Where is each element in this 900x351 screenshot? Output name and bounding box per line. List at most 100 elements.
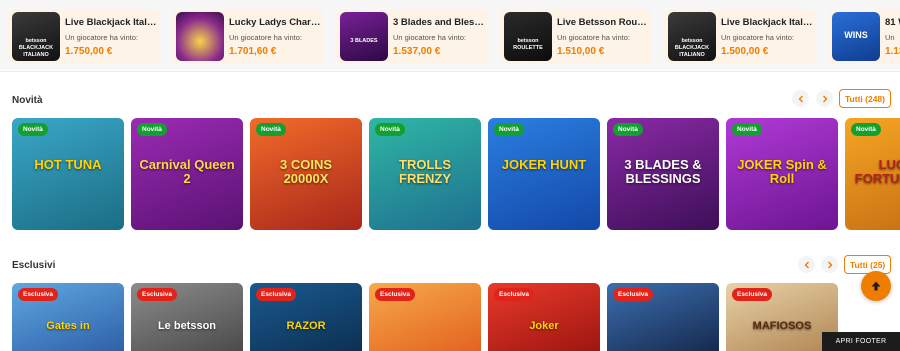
winner-game-thumbnail: WINS xyxy=(832,12,880,61)
novita-prev-button[interactable] xyxy=(792,90,809,107)
winner-card[interactable]: WINS 81 W Un 1.13 xyxy=(828,9,900,64)
chevron-right-icon xyxy=(822,95,827,102)
game-logo-text: JOKER HUNT xyxy=(501,157,587,172)
thumbnail-text: WINS xyxy=(844,30,868,40)
winner-amount: 1.701,60 € xyxy=(229,46,277,57)
winner-subtitle: Un giocatore ha vinto: xyxy=(229,33,302,42)
winner-subtitle: Un giocatore ha vinto: xyxy=(65,33,138,42)
esclusivi-prev-button[interactable] xyxy=(798,256,815,273)
thumbnail-text: betsson xyxy=(681,38,703,44)
casino-lobby-page: betsson BLACKJACK ITALIANO Live Blackjack I… xyxy=(0,0,900,351)
winner-game-thumbnail: betsson BLACKJACK ITALIANO xyxy=(668,12,716,61)
section-divider xyxy=(0,71,900,72)
section-title-novita: Novità xyxy=(12,95,43,106)
game-tile-gates-of-olympus-betsson[interactable]: Esclusiva Gates in xyxy=(12,283,124,351)
winner-game-thumbnail: 3 BLADES xyxy=(340,12,388,61)
winner-amount: 1.510,00 € xyxy=(557,46,605,57)
game-logo-text: TROLLS FRENZY xyxy=(399,157,451,186)
winner-subtitle: Un giocatore ha vinto: xyxy=(721,33,794,42)
game-logo-text: Gates in xyxy=(46,320,90,332)
game-badge: Novità xyxy=(256,123,286,136)
thumbnail-text: betsson xyxy=(25,38,47,44)
novita-next-button[interactable] xyxy=(816,90,833,107)
game-logo-text: 3 COINS 20000X xyxy=(279,157,332,186)
thumbnail-text: 3 BLADES xyxy=(350,38,378,44)
thumbnail-text: BLACKJACK xyxy=(18,45,54,51)
game-badge: Novità xyxy=(613,123,643,136)
winner-card[interactable]: betsson BLACKJACK ITALIANO Live Blackjack I… xyxy=(8,9,160,64)
winner-game-title: Live Blackjack Italian... xyxy=(721,17,813,28)
winner-game-title: Live Betsson Roulett... xyxy=(557,17,649,28)
game-badge: Esclusiva xyxy=(494,288,534,301)
game-tile-joker-hunt[interactable]: Novità JOKER HUNT xyxy=(488,118,600,230)
game-tile-hot-to-burn-tuna[interactable]: Novità HOT TUNA xyxy=(12,118,124,230)
winner-game-title: 3 Blades and Blessin... xyxy=(393,17,485,28)
winner-subtitle: Un giocatore ha vinto: xyxy=(393,33,466,42)
chevron-right-icon xyxy=(827,261,832,268)
winner-game-title: Live Blackjack Italian... xyxy=(65,17,157,28)
game-badge: Esclusiva xyxy=(613,288,653,301)
winner-subtitle: Un xyxy=(885,33,895,42)
game-tile-joker-exclusive[interactable]: Esclusiva Joker xyxy=(488,283,600,351)
thumbnail-text: ROULETTE xyxy=(513,45,543,51)
winners-ticker: betsson BLACKJACK ITALIANO Live Blackjack I… xyxy=(0,0,900,70)
game-tile-zeus-vs-hades[interactable]: Esclusiva xyxy=(607,283,719,351)
arrow-up-icon xyxy=(871,281,881,291)
game-badge: Esclusiva xyxy=(732,288,772,301)
winner-game-thumbnail xyxy=(176,12,224,61)
chevron-left-icon xyxy=(804,261,809,268)
open-footer-button[interactable]: APRI FOOTER xyxy=(822,332,900,351)
winner-game-thumbnail: betsson ROULETTE xyxy=(504,12,552,61)
game-tile-lucky-fortune-tree[interactable]: Novità LUCKY FORTUNE TRE xyxy=(845,118,900,230)
winner-amount: 1.500,00 € xyxy=(721,46,769,57)
winner-game-title: Lucky Ladys Charm ... xyxy=(229,17,321,28)
game-tile-carnival-queen-2[interactable]: Novità Carnival Queen 2 xyxy=(131,118,243,230)
winner-card[interactable]: Lucky Ladys Charm ... Un giocatore ha vin… xyxy=(172,9,324,64)
game-badge: Novità xyxy=(375,123,405,136)
game-badge: Novità xyxy=(494,123,524,136)
game-tile-sweet-bonanza[interactable]: Esclusiva xyxy=(369,283,481,351)
section-title-esclusivi: Esclusivi xyxy=(12,260,56,271)
thumbnail-text: ITALIANO xyxy=(23,52,49,58)
game-tile-razor-returns[interactable]: Esclusiva RAZOR xyxy=(250,283,362,351)
game-badge: Novità xyxy=(851,123,881,136)
game-badge: Novità xyxy=(732,123,762,136)
scroll-to-top-button[interactable] xyxy=(861,271,891,301)
game-logo-text: Le betsson xyxy=(157,320,217,332)
game-badge: Esclusiva xyxy=(256,288,296,301)
game-tile-le-betsson[interactable]: Esclusiva Le betsson xyxy=(131,283,243,351)
game-badge: Esclusiva xyxy=(18,288,58,301)
novita-see-all-button[interactable]: Tutti (248) xyxy=(839,89,891,108)
game-badge: Esclusiva xyxy=(137,288,177,301)
winner-amount: 1.13 xyxy=(885,46,900,57)
winner-card[interactable]: betsson BLACKJACK ITALIANO Live Blackjack I… xyxy=(664,9,816,64)
thumbnail-text: BLACKJACK xyxy=(674,45,710,51)
game-logo-text: Carnival Queen 2 xyxy=(139,157,235,186)
winner-card[interactable]: betssonROULETTE Live Betsson Roulett... Un… xyxy=(500,9,652,64)
game-logo-text: RAZOR xyxy=(286,320,326,332)
winner-amount: 1.537,00 € xyxy=(393,46,441,57)
game-badge: Novità xyxy=(137,123,167,136)
winner-subtitle: Un giocatore ha vinto: xyxy=(557,33,630,42)
thumbnail-text: ITALIANO xyxy=(679,52,705,58)
thumbnail-text: betsson xyxy=(517,38,539,44)
game-tile-3-coins-20000x[interactable]: Novità 3 COINS 20000X xyxy=(250,118,362,230)
game-logo-text: Joker xyxy=(529,320,559,332)
game-logo-text: LUCKY FORTUNE TRE xyxy=(854,157,900,186)
game-logo-text: HOT TUNA xyxy=(34,157,102,172)
winner-game-title: 81 W xyxy=(885,17,900,28)
game-tile-trolls-frenzy[interactable]: Novità TROLLS FRENZY xyxy=(369,118,481,230)
game-badge: Esclusiva xyxy=(375,288,415,301)
winner-game-thumbnail: betsson BLACKJACK ITALIANO xyxy=(12,12,60,61)
chevron-left-icon xyxy=(798,95,803,102)
game-logo-text: MAFIOSOS xyxy=(752,320,812,332)
winner-amount: 1.750,00 € xyxy=(65,46,113,57)
game-logo-text: 3 BLADES & BLESSINGS xyxy=(624,157,702,186)
esclusivi-next-button[interactable] xyxy=(821,256,838,273)
winner-card[interactable]: 3 BLADES 3 Blades and Blessin... Un giocat… xyxy=(336,9,488,64)
game-tile-joker-spin-roll[interactable]: Novità JOKER Spin & Roll xyxy=(726,118,838,230)
game-tile-3-blades-blessings[interactable]: Novità 3 BLADES & BLESSINGS xyxy=(607,118,719,230)
esclusivi-see-all-button[interactable]: Tutti (25) xyxy=(844,255,892,274)
game-logo-text: JOKER Spin & Roll xyxy=(737,157,827,186)
game-badge: Novità xyxy=(18,123,48,136)
